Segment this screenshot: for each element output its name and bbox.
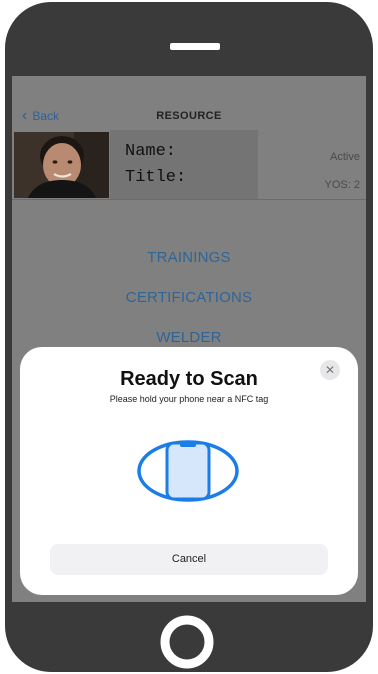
scan-title: Ready to Scan <box>120 368 258 390</box>
speaker-slot <box>170 43 220 50</box>
welder-link[interactable]: WELDER <box>12 329 366 346</box>
status-text: Active <box>330 151 360 163</box>
phone-scan-icon <box>137 440 239 502</box>
yos-text: YOS: 2 <box>324 179 360 191</box>
scan-subtitle: Please hold your phone near a NFC tag <box>109 394 269 404</box>
divider <box>12 199 366 200</box>
title-label: Title: <box>125 168 187 187</box>
app-screen: ‹ Back RESOURCE Name: Title: Active YOS:… <box>12 76 366 602</box>
home-button[interactable] <box>155 610 219 674</box>
certifications-link[interactable]: CERTIFICATIONS <box>12 289 366 306</box>
avatar <box>14 132 109 198</box>
cancel-button[interactable]: Cancel <box>50 544 328 575</box>
page-title: RESOURCE <box>156 110 222 122</box>
trainings-link[interactable]: TRAININGS <box>12 249 366 266</box>
name-label: Name: <box>125 142 177 161</box>
nfc-scan-sheet: ✕ Ready to Scan Please hold your phone n… <box>20 347 358 595</box>
info-box <box>110 130 258 200</box>
